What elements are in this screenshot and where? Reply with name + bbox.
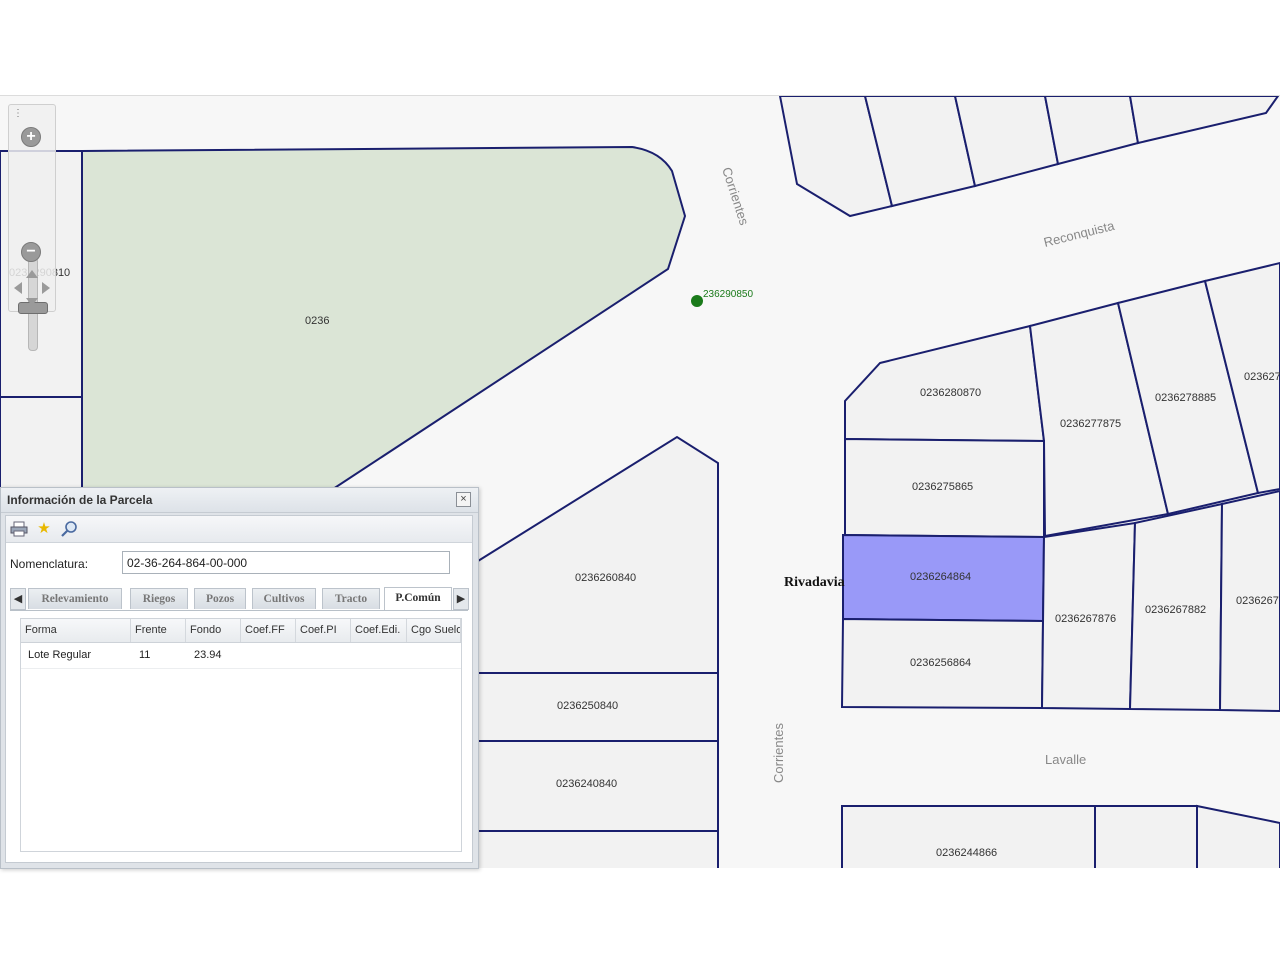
label-p7: 0236267882 — [1145, 604, 1206, 616]
col-forma[interactable]: Forma — [21, 619, 131, 642]
cell-fondo: 23.94 — [194, 649, 222, 661]
marker-label: 236290850 — [703, 289, 753, 300]
tab-strip: ◀ Relevamiento Riegos Pozos Cultivos Tra… — [10, 586, 469, 611]
pan-arrows-icon[interactable] — [12, 268, 52, 308]
tab-relevamiento[interactable]: Relevamiento — [28, 588, 122, 609]
col-fondo[interactable]: Fondo — [186, 619, 241, 642]
street-lavalle: Lavalle — [1045, 752, 1086, 767]
label-p8: 0236267 — [1236, 595, 1279, 607]
label-p4: 0236278 — [1244, 371, 1280, 383]
label-selected: 0236264864 — [910, 571, 971, 583]
parcel-info-panel: Información de la Parcela × ★ Nomenclatu… — [0, 487, 479, 869]
nomenclatura-label: Nomenclatura: — [10, 557, 89, 571]
panel-title: Información de la Parcela — [7, 493, 153, 507]
pan-left-icon[interactable] — [14, 282, 22, 294]
street-corrientes-top: Corrientes — [719, 165, 752, 227]
panel-toolbar: ★ — [6, 516, 472, 543]
cell-coef-pi — [300, 643, 351, 668]
parcel-top-4[interactable] — [1043, 96, 1140, 166]
col-frente[interactable]: Frente — [131, 619, 186, 642]
tab-cultivos[interactable]: Cultivos — [252, 588, 316, 609]
col-coef-ff[interactable]: Coef.FF — [241, 619, 296, 642]
label-p3: 0236278885 — [1155, 392, 1216, 404]
label-p11: 0236250840 — [557, 700, 618, 712]
street-reconquista: Reconquista — [1042, 218, 1116, 250]
cell-coef-edi — [355, 643, 407, 668]
parcel-plaza[interactable] — [81, 145, 687, 492]
panel-header[interactable]: Información de la Parcela × — [1, 488, 478, 513]
nomenclatura-field[interactable] — [122, 551, 450, 574]
cell-frente: 11 — [139, 649, 151, 661]
data-grid: Forma Frente Fondo Coef.FF Coef.PI Coef.… — [20, 618, 462, 852]
parcel-0236280870[interactable] — [844, 324, 1046, 443]
tab-tracto[interactable]: Tracto — [322, 588, 380, 609]
street-rivadavia: Rivadavia — [784, 575, 845, 590]
label-plaza: 0236 — [305, 315, 329, 327]
cell-coef-ff — [245, 643, 296, 668]
label-p2: 0236277875 — [1060, 418, 1121, 430]
pan-right-icon[interactable] — [42, 282, 50, 294]
parcel-left-mid[interactable] — [0, 396, 83, 492]
label-p6: 0236267876 — [1055, 613, 1116, 625]
zoom-out-button[interactable]: − — [21, 242, 41, 262]
col-coef-edi[interactable]: Coef.Edi. — [351, 619, 407, 642]
tab-pozos[interactable]: Pozos — [194, 588, 246, 609]
tab-scroll-right-icon[interactable]: ▶ — [453, 588, 469, 610]
parcel-top-5[interactable] — [1128, 96, 1280, 145]
panel-body: ★ Nomenclatura: ◀ Relevamiento Riegos Po… — [5, 515, 473, 863]
cell-forma: Lote Regular — [28, 649, 91, 661]
tab-pcomun[interactable]: P.Común — [384, 587, 452, 610]
label-p12: 0236240840 — [556, 778, 617, 790]
tab-riegos[interactable]: Riegos — [130, 588, 188, 609]
label-p1: 0236280870 — [920, 387, 981, 399]
magnifier-icon[interactable] — [60, 520, 78, 538]
pan-down-icon[interactable] — [26, 298, 38, 306]
location-marker[interactable] — [691, 295, 703, 307]
label-p9: 0236256864 — [910, 657, 971, 669]
street-corrientes-bottom: Corrientes — [771, 723, 786, 783]
tab-scroll-left-icon[interactable]: ◀ — [10, 588, 26, 610]
col-cgo-suelo[interactable]: Cgo Suelo — [407, 619, 461, 642]
parcel-0236260840[interactable] — [469, 435, 719, 674]
drag-handle-icon[interactable]: ⋮ — [13, 108, 23, 119]
parcel-bottom-3[interactable] — [1196, 804, 1280, 868]
star-icon[interactable]: ★ — [35, 520, 53, 538]
label-p10: 0236260840 — [575, 572, 636, 584]
zoom-in-button[interactable]: + — [21, 127, 41, 147]
close-icon[interactable]: × — [456, 492, 471, 507]
col-coef-pi[interactable]: Coef.PI — [296, 619, 351, 642]
label-p5: 0236275865 — [912, 481, 973, 493]
parcel-bottom-middle[interactable] — [469, 830, 719, 868]
print-icon[interactable] — [10, 520, 28, 538]
label-p13: 0236244866 — [936, 847, 997, 859]
parcel-bottom-2[interactable] — [1094, 805, 1198, 868]
grid-header: Forma Frente Fondo Coef.FF Coef.PI Coef.… — [21, 619, 461, 643]
cell-cgo-suelo — [411, 643, 461, 668]
table-row[interactable]: Lote Regular 11 23.94 — [21, 643, 461, 669]
pan-up-icon[interactable] — [26, 270, 38, 278]
